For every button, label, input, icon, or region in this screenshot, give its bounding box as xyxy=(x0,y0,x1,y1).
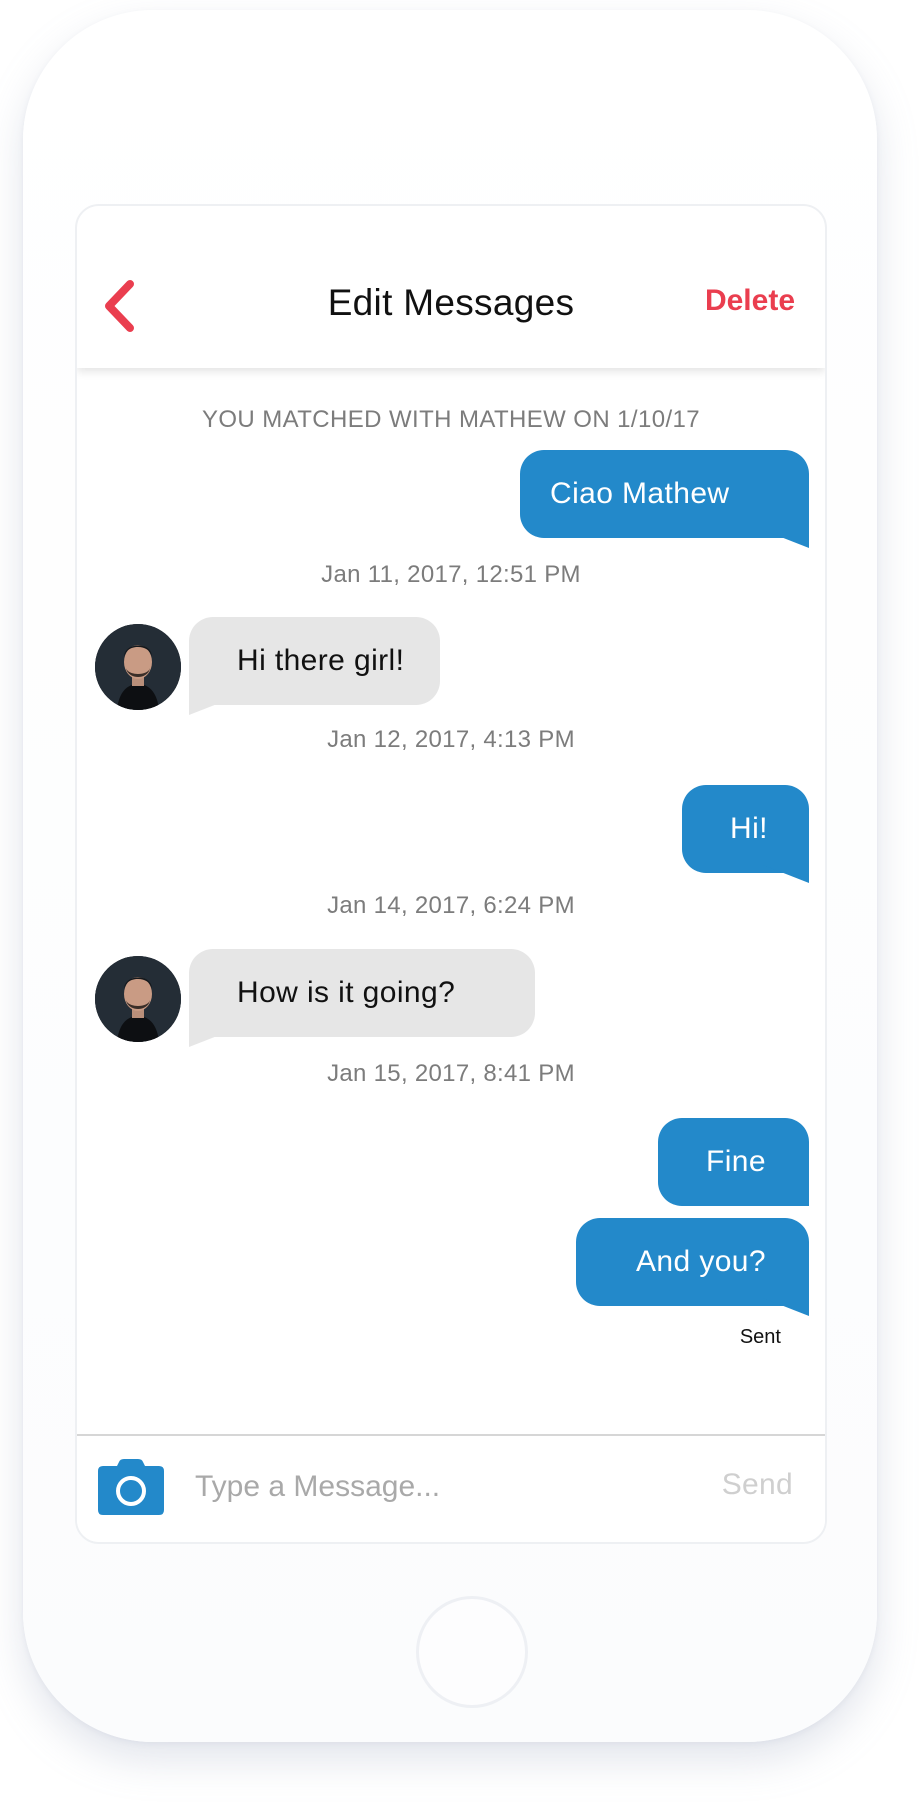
message-outgoing[interactable]: Fine xyxy=(658,1118,809,1206)
message-timestamp: Jan 15, 2017, 8:41 PM xyxy=(327,1060,575,1087)
message-composer: Send xyxy=(77,1434,825,1542)
message-timestamp: Jan 14, 2017, 6:24 PM xyxy=(327,892,575,919)
message-outgoing[interactable]: Ciao Mathew xyxy=(520,450,809,538)
chat-screen: Edit Messages Delete YOU MATCHED WITH MA… xyxy=(75,204,827,1544)
avatar[interactable] xyxy=(95,956,181,1042)
camera-button[interactable] xyxy=(97,1458,165,1516)
send-button[interactable]: Send xyxy=(722,1468,793,1502)
match-note: YOU MATCHED WITH MATHEW ON 1/10/17 xyxy=(201,406,701,433)
contact-avatar-icon xyxy=(95,624,181,710)
home-button[interactable] xyxy=(416,1596,528,1708)
delete-button[interactable]: Delete xyxy=(705,284,795,318)
page: Edit Messages Delete YOU MATCHED WITH MA… xyxy=(0,0,924,1802)
camera-icon xyxy=(98,1459,164,1515)
header-bar: Edit Messages Delete xyxy=(77,206,825,368)
message-outgoing[interactable]: And you? xyxy=(576,1218,809,1306)
message-timestamp: Jan 12, 2017, 4:13 PM xyxy=(327,726,575,753)
message-outgoing[interactable]: Hi! xyxy=(682,785,809,873)
message-timestamp: Jan 11, 2017, 12:51 PM xyxy=(321,561,581,588)
delivery-status: Sent xyxy=(739,1326,781,1348)
contact-avatar-icon xyxy=(95,956,181,1042)
message-incoming[interactable]: How is it going? xyxy=(189,949,535,1037)
avatar[interactable] xyxy=(95,624,181,710)
message-input[interactable] xyxy=(195,1462,615,1512)
message-incoming[interactable]: Hi there girl! xyxy=(189,617,440,705)
